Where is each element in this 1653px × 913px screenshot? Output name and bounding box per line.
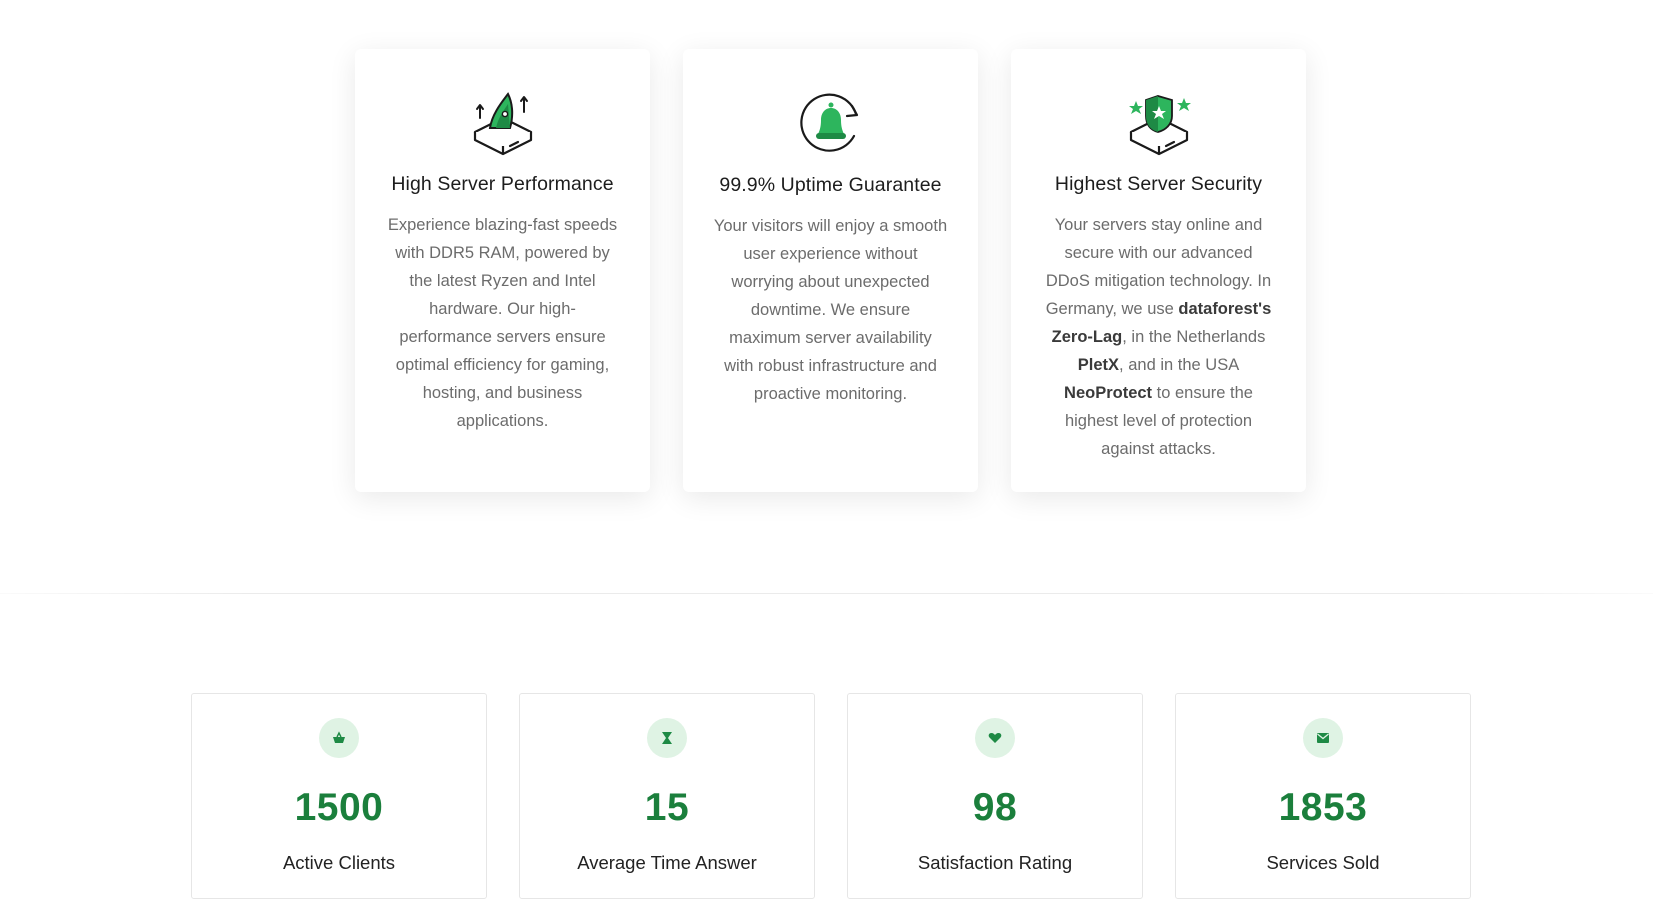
feature-title: Highest Server Security (1054, 173, 1263, 195)
feature-title: High Server Performance (391, 173, 614, 195)
feature-card-performance: High Server Performance Experience blazi… (355, 49, 650, 492)
stat-card-satisfaction: 98 Satisfaction Rating (847, 693, 1143, 899)
feature-description: Your visitors will enjoy a smooth user e… (713, 212, 948, 408)
description-text: Experience blazing-fast speeds with DDR5… (387, 216, 618, 430)
stat-label: Satisfaction Rating (917, 852, 1073, 873)
section-divider (0, 593, 1653, 594)
description-text: , and in the USA (1119, 356, 1240, 374)
description-text: Your visitors will enjoy a smooth user e… (713, 217, 948, 403)
stat-label: Average Time Answer (577, 852, 757, 873)
stat-value: 15 (644, 786, 690, 829)
stat-value: 1500 (294, 786, 384, 829)
stat-label: Services Sold (1266, 852, 1380, 873)
heart-icon (975, 718, 1015, 758)
stat-value: 98 (972, 786, 1018, 829)
feature-title: 99.9% Uptime Guarantee (719, 174, 942, 196)
description-highlight: PletX (1077, 356, 1120, 374)
feature-description: Your servers stay online and secure with… (1041, 211, 1276, 463)
description-text: , in the Netherlands (1122, 328, 1266, 346)
features-section: High Server Performance Experience blazi… (0, 0, 1653, 593)
stat-card-active-clients: 1500 Active Clients (191, 693, 487, 899)
bell-refresh-icon (683, 77, 978, 169)
envelope-icon (1303, 718, 1343, 758)
hourglass-icon (647, 718, 687, 758)
basket-icon (319, 718, 359, 758)
stat-card-services-sold: 1853 Services Sold (1175, 693, 1471, 899)
feature-description: Experience blazing-fast speeds with DDR5… (385, 211, 620, 435)
feature-card-security: Highest Server Security Your servers sta… (1011, 49, 1306, 492)
stat-label: Active Clients (282, 852, 396, 873)
stat-card-average-time: 15 Average Time Answer (519, 693, 815, 899)
server-rocket-icon (355, 77, 650, 169)
server-shield-icon (1011, 77, 1306, 169)
stat-value: 1853 (1278, 786, 1368, 829)
feature-card-uptime: 99.9% Uptime Guarantee Your visitors wil… (683, 49, 978, 492)
description-highlight: NeoProtect (1064, 384, 1153, 402)
